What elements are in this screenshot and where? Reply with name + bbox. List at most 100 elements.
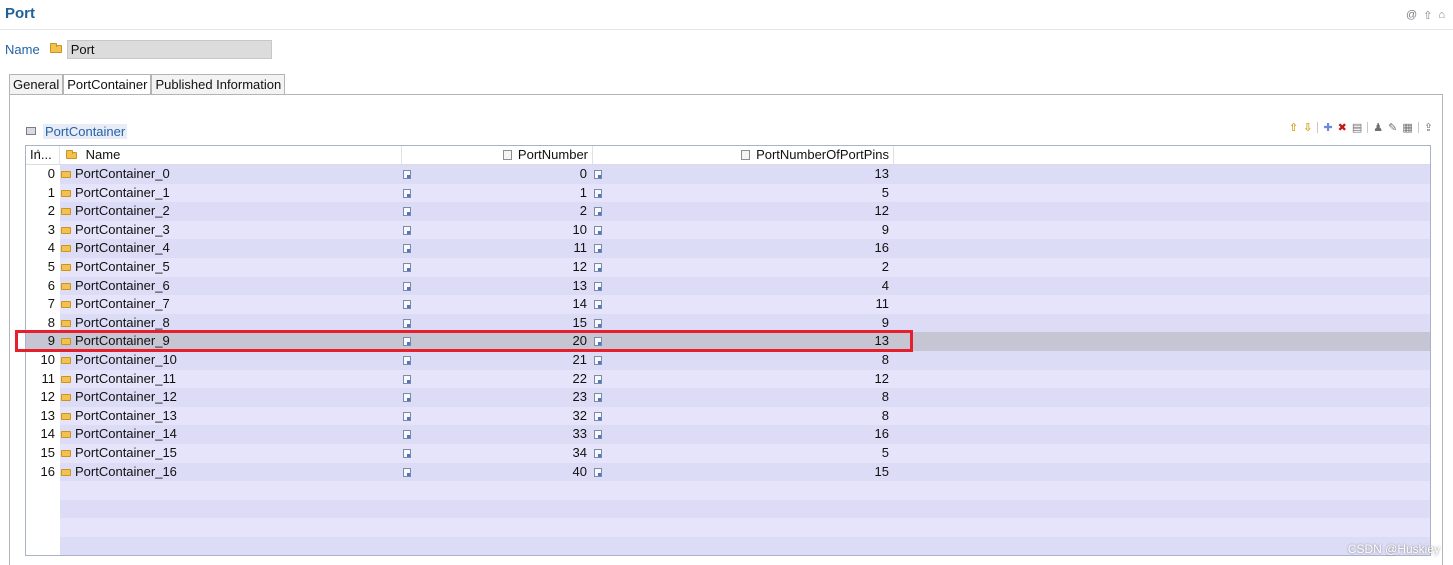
row-pins-cell[interactable]: 8 xyxy=(593,388,894,407)
row-portnumber-cell[interactable]: 21 xyxy=(402,351,593,370)
row-pins-cell[interactable]: 16 xyxy=(593,425,894,444)
row-name-cell[interactable]: PortContainer_11 xyxy=(60,369,402,389)
row-portnumber-cell[interactable] xyxy=(402,537,593,555)
row-pins-cell[interactable]: 16 xyxy=(593,239,894,258)
row-pins-cell[interactable]: 13 xyxy=(593,332,894,351)
table-row[interactable]: 12 PortContainer_12 23 8 xyxy=(26,388,1430,407)
table-row[interactable]: 8 PortContainer_8 15 9 xyxy=(26,313,1430,333)
table-row[interactable] xyxy=(26,481,1430,500)
row-pins-cell[interactable]: 9 xyxy=(593,220,894,240)
row-name-cell[interactable]: PortContainer_14 xyxy=(60,425,402,444)
row-portnumber-cell[interactable]: 34 xyxy=(402,444,593,463)
row-name-cell[interactable] xyxy=(60,518,402,537)
row-portnumber-cell[interactable]: 15 xyxy=(402,313,593,333)
table-row[interactable]: 10 PortContainer_10 21 8 xyxy=(26,351,1430,370)
export-icon[interactable]: ⇪ xyxy=(1424,121,1433,134)
row-name-cell[interactable]: PortContainer_4 xyxy=(60,239,402,258)
row-name-cell[interactable]: PortContainer_16 xyxy=(60,462,402,482)
table-row[interactable]: 9 PortContainer_9 20 13 xyxy=(26,332,1430,351)
row-portnumber-cell[interactable]: 2 xyxy=(402,202,593,221)
row-name-cell[interactable]: PortContainer_8 xyxy=(60,313,402,333)
row-portnumber-cell[interactable] xyxy=(402,499,593,519)
row-name-cell[interactable]: PortContainer_0 xyxy=(60,165,402,184)
row-name-cell[interactable] xyxy=(60,537,402,555)
table-row[interactable]: 4 PortContainer_4 11 16 xyxy=(26,239,1430,258)
row-portnumber-cell[interactable]: 12 xyxy=(402,258,593,277)
row-portnumber-cell[interactable]: 20 xyxy=(402,332,593,351)
row-portnumber-cell[interactable]: 11 xyxy=(402,239,593,258)
move-up-icon[interactable]: ⇧ xyxy=(1289,121,1298,134)
tab-published-information[interactable]: Published Information xyxy=(151,74,286,95)
row-pins-cell[interactable]: 4 xyxy=(593,276,894,296)
row-portnumber-cell[interactable]: 40 xyxy=(402,462,593,482)
row-pins-cell[interactable]: 12 xyxy=(593,369,894,389)
table-row[interactable] xyxy=(26,499,1430,519)
table-row[interactable]: 14 PortContainer_14 33 16 xyxy=(26,425,1430,444)
row-pins-cell[interactable] xyxy=(593,481,894,500)
row-name-cell[interactable]: PortContainer_5 xyxy=(60,258,402,277)
table-row[interactable]: 3 PortContainer_3 10 9 xyxy=(26,220,1430,240)
name-field[interactable]: Port xyxy=(66,39,272,59)
table-row[interactable]: 0 PortContainer_0 0 13 xyxy=(26,165,1430,184)
link-icon[interactable]: @ xyxy=(1406,9,1417,22)
copy-icon[interactable]: ▤ xyxy=(1352,121,1362,134)
row-portnumber-cell[interactable] xyxy=(402,481,593,500)
table-row[interactable]: 13 PortContainer_13 32 8 xyxy=(26,406,1430,426)
row-portnumber-cell[interactable]: 0 xyxy=(402,165,593,184)
row-pins-cell[interactable]: 8 xyxy=(593,406,894,426)
row-portnumber-cell[interactable]: 14 xyxy=(402,295,593,314)
move-down-icon[interactable]: ⇩ xyxy=(1303,121,1312,134)
column-header-name[interactable]: Name xyxy=(60,146,402,165)
row-pins-cell[interactable]: 11 xyxy=(593,295,894,314)
row-pins-cell[interactable]: 9 xyxy=(593,313,894,333)
tab-general[interactable]: General xyxy=(9,74,64,95)
row-portnumber-cell[interactable]: 23 xyxy=(402,388,593,407)
table-row[interactable]: 15 PortContainer_15 34 5 xyxy=(26,444,1430,463)
row-name-cell[interactable]: PortContainer_10 xyxy=(60,351,402,370)
row-name-cell[interactable] xyxy=(60,481,402,500)
row-portnumber-cell[interactable]: 13 xyxy=(402,276,593,296)
tab-portcontainer[interactable]: PortContainer xyxy=(63,74,152,95)
row-pins-cell[interactable]: 2 xyxy=(593,258,894,277)
row-pins-cell[interactable]: 15 xyxy=(593,462,894,482)
row-pins-cell[interactable] xyxy=(593,537,894,555)
row-pins-cell[interactable]: 5 xyxy=(593,444,894,463)
row-pins-cell[interactable] xyxy=(593,518,894,537)
row-pins-cell[interactable]: 8 xyxy=(593,351,894,370)
row-pins-cell[interactable]: 12 xyxy=(593,202,894,221)
row-pins-cell[interactable]: 13 xyxy=(593,165,894,184)
row-name-cell[interactable]: PortContainer_9 xyxy=(60,332,402,351)
table-row[interactable]: 7 PortContainer_7 14 11 xyxy=(26,295,1430,314)
table-row[interactable] xyxy=(26,518,1430,537)
row-portnumber-cell[interactable]: 1 xyxy=(402,183,593,203)
row-name-cell[interactable]: PortContainer_2 xyxy=(60,202,402,221)
row-name-cell[interactable]: PortContainer_3 xyxy=(60,220,402,240)
up-icon[interactable]: ⇧ xyxy=(1423,9,1432,22)
port-container-table[interactable]: ^ In... Name PortNumber PortNumberOfPort… xyxy=(25,145,1431,556)
row-pins-cell[interactable]: 5 xyxy=(593,183,894,203)
row-name-cell[interactable]: PortContainer_13 xyxy=(60,406,402,426)
column-header-portnumber[interactable]: PortNumber xyxy=(402,146,593,165)
table-icon[interactable]: ▦ xyxy=(1402,121,1412,134)
row-name-cell[interactable]: PortContainer_7 xyxy=(60,295,402,314)
row-name-cell[interactable]: PortContainer_6 xyxy=(60,276,402,296)
row-portnumber-cell[interactable]: 33 xyxy=(402,425,593,444)
section-title[interactable]: PortContainer xyxy=(43,123,128,139)
row-name-cell[interactable]: PortContainer_12 xyxy=(60,388,402,407)
row-name-cell[interactable]: PortContainer_1 xyxy=(60,183,402,203)
table-row[interactable]: 5 PortContainer_5 12 2 xyxy=(26,258,1430,277)
edit-icon[interactable]: ✎ xyxy=(1388,121,1397,134)
row-name-cell[interactable]: PortContainer_15 xyxy=(60,444,402,463)
row-pins-cell[interactable] xyxy=(593,499,894,519)
table-row[interactable]: 11 PortContainer_11 22 12 xyxy=(26,369,1430,389)
add-icon[interactable]: ✚ xyxy=(1323,121,1332,134)
column-header-portnumberofportpins[interactable]: PortNumberOfPortPins xyxy=(593,146,894,165)
table-row[interactable]: 1 PortContainer_1 1 5 xyxy=(26,183,1430,203)
table-row[interactable] xyxy=(26,537,1430,555)
table-row[interactable]: 16 PortContainer_16 40 15 xyxy=(26,462,1430,482)
row-name-cell[interactable] xyxy=(60,499,402,519)
delete-icon[interactable]: ✖ xyxy=(1338,121,1347,134)
column-header-index[interactable]: ^ In... xyxy=(26,146,60,165)
row-portnumber-cell[interactable] xyxy=(402,518,593,537)
home-icon[interactable]: ⌂ xyxy=(1438,9,1445,22)
